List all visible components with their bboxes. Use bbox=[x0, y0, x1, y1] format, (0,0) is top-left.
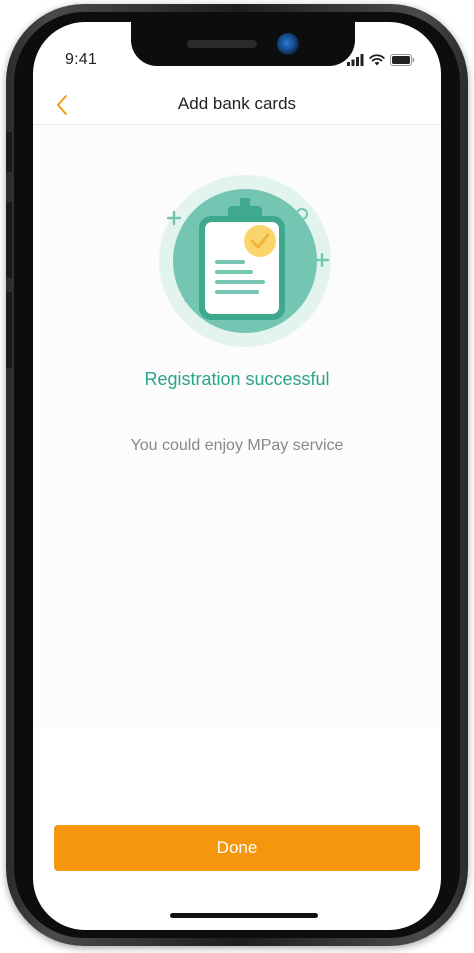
volume-up-button bbox=[6, 202, 12, 278]
speaker-grille bbox=[187, 40, 257, 48]
phone-screen: 9:41 Add bank cards Registration success… bbox=[33, 22, 441, 930]
notch bbox=[131, 22, 355, 66]
result-panel: Registration successful You could enjoy … bbox=[33, 125, 441, 728]
home-indicator[interactable] bbox=[170, 913, 318, 918]
signal-icon bbox=[347, 54, 364, 66]
success-title: Registration successful bbox=[144, 369, 330, 389]
clipboard-check-icon bbox=[159, 175, 331, 347]
front-camera bbox=[277, 33, 299, 55]
status-icons bbox=[347, 52, 415, 66]
volume-down-button bbox=[6, 292, 12, 368]
nav-bar: Add bank cards bbox=[33, 90, 441, 125]
success-subtitle: You could enjoy MPay service bbox=[130, 437, 344, 454]
mute-switch bbox=[6, 132, 12, 172]
page-title: Add bank cards bbox=[177, 94, 297, 113]
done-button[interactable]: Done bbox=[54, 825, 420, 871]
status-time: 9:41 bbox=[65, 51, 97, 68]
wifi-icon bbox=[369, 54, 385, 66]
battery-icon bbox=[390, 54, 415, 66]
